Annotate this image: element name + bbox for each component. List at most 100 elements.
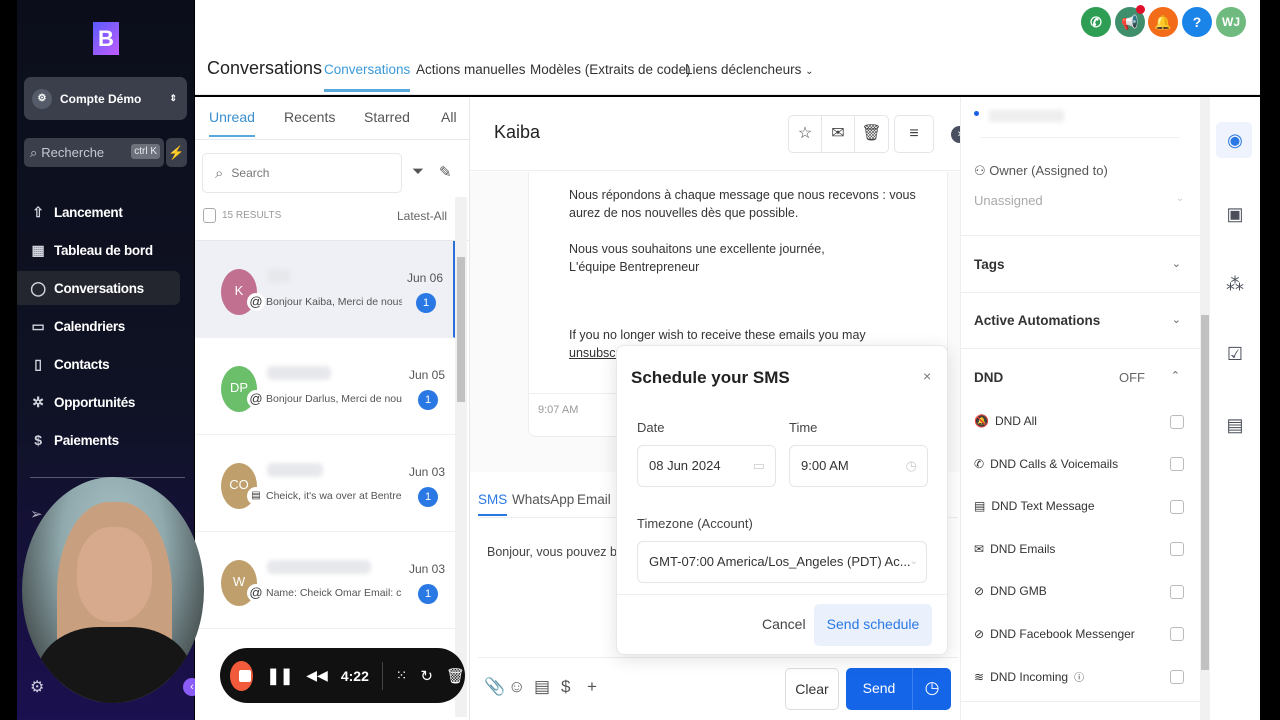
quick-actions-bolt-icon[interactable]: ⚡ [166,138,187,167]
panel-scrollbar[interactable] [1200,97,1210,720]
conversation-search-input[interactable]: ⌕ Search [202,153,402,193]
send-button[interactable]: Send [846,668,912,710]
date-picker[interactable]: 08 Jun 2024 ▭ [637,445,776,487]
trash-icon[interactable]: 🗑 [446,667,465,685]
bell-off-icon: 🔕 [974,414,989,428]
help-icon[interactable]: ? [1182,7,1212,37]
chevron-up-icon[interactable]: ⌃ [1171,369,1180,382]
message-compose-input[interactable]: Bonjour, vous pouvez bo [487,545,624,559]
megaphone-icon[interactable]: 📢 [1115,5,1145,37]
tab-email[interactable]: Email [577,492,611,507]
tab-conversations[interactable]: Conversations [324,62,411,92]
rewind-icon[interactable]: ◀◀ [306,667,328,684]
notes-document-icon[interactable]: ▤ [1222,412,1248,438]
owner-select[interactable]: Unassigned ⌄ [974,193,1184,208]
dnd-all-checkbox[interactable] [1170,415,1184,429]
schedule-clock-icon[interactable]: ◷ [912,668,951,710]
tab-all[interactable]: All [441,109,457,125]
contact-profile-icon[interactable]: ◉ [1222,127,1248,153]
dnd-text-checkbox[interactable] [1170,500,1184,514]
filter-icon[interactable]: ⏷ [412,163,424,180]
brand-logo[interactable]: B [93,22,119,55]
restart-icon[interactable]: ↻ [420,667,433,685]
add-icon[interactable]: + [587,677,597,697]
compose-icon[interactable]: ✎ [439,163,452,181]
message-preview: Bonjour Kaiba, Merci de nous av [266,296,402,308]
time-picker[interactable]: 9:00 AM ◷ [789,445,928,487]
sidebar-item-opportunities[interactable]: ✲ Opportunités [17,385,180,419]
list-item[interactable]: CO ▤ Cheick, it's wa over at Bentrepre J… [195,435,455,532]
emoji-icon[interactable]: ☺ [508,677,525,697]
owner-label-text: Owner (Assigned to) [989,163,1108,178]
tab-starred[interactable]: Starred [364,109,410,125]
pause-icon[interactable]: ❚❚ [266,666,293,686]
payment-dollar-icon[interactable]: $ [561,677,570,697]
user-icon: ⚇ [974,163,986,178]
tab-label: Liens déclencheurs [685,62,802,77]
scrollbar-thumb[interactable] [457,257,465,402]
email-channel-icon: @ [247,390,265,408]
dnd-emails-checkbox[interactable] [1170,542,1184,556]
dnd-incoming-checkbox[interactable] [1170,670,1184,684]
opportunities-icon[interactable]: ⁂ [1222,271,1248,297]
stop-recording-button[interactable] [230,660,254,691]
phone-icon[interactable]: ✆ [1081,7,1111,37]
select-all-checkbox[interactable] [203,208,216,223]
user-avatar[interactable]: WJ [1216,7,1246,37]
tab-recents[interactable]: Recents [284,109,335,125]
contacts-icon: ▯ [34,355,42,372]
cancel-button[interactable]: Cancel [762,616,806,632]
tags-section[interactable]: Tags ⌄ [961,235,1201,293]
trash-icon[interactable]: 🗑 [855,116,888,152]
message-date: Jun 03 [408,465,445,479]
grid-dots-icon[interactable]: ⁙ [396,667,408,684]
account-switcher[interactable]: ⚙ Compte Démo ⇕ [24,77,187,120]
dnd-gmb-checkbox[interactable] [1170,585,1184,599]
template-icon[interactable]: ▤ [534,677,550,697]
filter-messages-button[interactable]: ≡ [894,115,934,153]
star-icon[interactable]: ☆ [789,116,822,152]
dashboard-icon: ▦ [31,241,45,258]
right-icon-rail: ◉ ▣ ⁂ ☑ ▤ [1200,97,1260,720]
close-icon[interactable]: × [923,368,931,384]
calendar-icon[interactable]: ▣ [1222,201,1248,227]
tab-sms[interactable]: SMS [478,492,508,516]
unread-badge: 1 [418,487,438,507]
sidebar-item-contacts[interactable]: ▯ Contacts [17,347,180,381]
sidebar-item-lancement[interactable]: ⇧ Lancement [17,195,180,229]
mark-unread-icon[interactable]: ✉ [822,116,855,152]
tab-unread[interactable]: Unread [209,109,255,137]
sidebar-item-dashboard[interactable]: ▦ Tableau de bord [17,233,180,267]
tab-manual-actions[interactable]: Actions manuelles [416,62,526,77]
bell-icon[interactable]: 🔔 [1148,7,1178,37]
clear-button[interactable]: Clear [785,668,839,710]
divider [195,139,470,140]
attachment-icon[interactable]: 📎 [484,677,505,697]
sidebar-item-conversations[interactable]: ◯ Conversations [17,271,180,305]
scrollbar-thumb[interactable] [1201,315,1209,670]
account-name: Compte Démo [60,91,142,106]
tab-trigger-links[interactable]: Liens déclencheurs ⌄ [685,62,813,77]
dnd-calls-checkbox[interactable] [1170,457,1184,471]
updown-icon: ⇕ [169,93,177,103]
nav-label: Opportunités [54,394,136,410]
sidebar-search[interactable]: ⌕ Recherche ctrl K [24,138,164,167]
info-icon[interactable]: ⓘ [1074,669,1084,684]
dnd-label: DND Calls & Voicemails [990,457,1119,471]
send-schedule-button[interactable]: Send schedule [814,604,932,646]
section-title: Active Automations [974,313,1101,328]
list-item[interactable]: DP @ Bonjour Darlus, Merci de nous a Jun… [195,338,455,435]
list-item[interactable]: K @ Bonjour Kaiba, Merci de nous av Jun … [195,241,455,338]
sidebar-item-calendars[interactable]: ▭ Calendriers [17,309,180,343]
automations-section[interactable]: Active Automations ⌄ [961,293,1201,349]
tasks-check-icon[interactable]: ☑ [1222,341,1248,367]
dnd-label: DND Emails [990,542,1056,556]
timezone-select[interactable]: GMT-07:00 America/Los_Angeles (PDT) Ac..… [637,541,927,583]
tab-whatsapp[interactable]: WhatsApp [512,492,574,507]
list-item[interactable]: W @ Name: Cheick Omar Email: cheic Jun 0… [195,532,455,629]
opportunities-icon: ✲ [32,393,44,410]
list-scrollbar[interactable] [455,197,467,717]
sidebar-item-payments[interactable]: $ Paiements [17,423,180,457]
tab-snippets[interactable]: Modèles (Extraits de code) [530,62,691,77]
dnd-facebook-checkbox[interactable] [1170,627,1184,641]
